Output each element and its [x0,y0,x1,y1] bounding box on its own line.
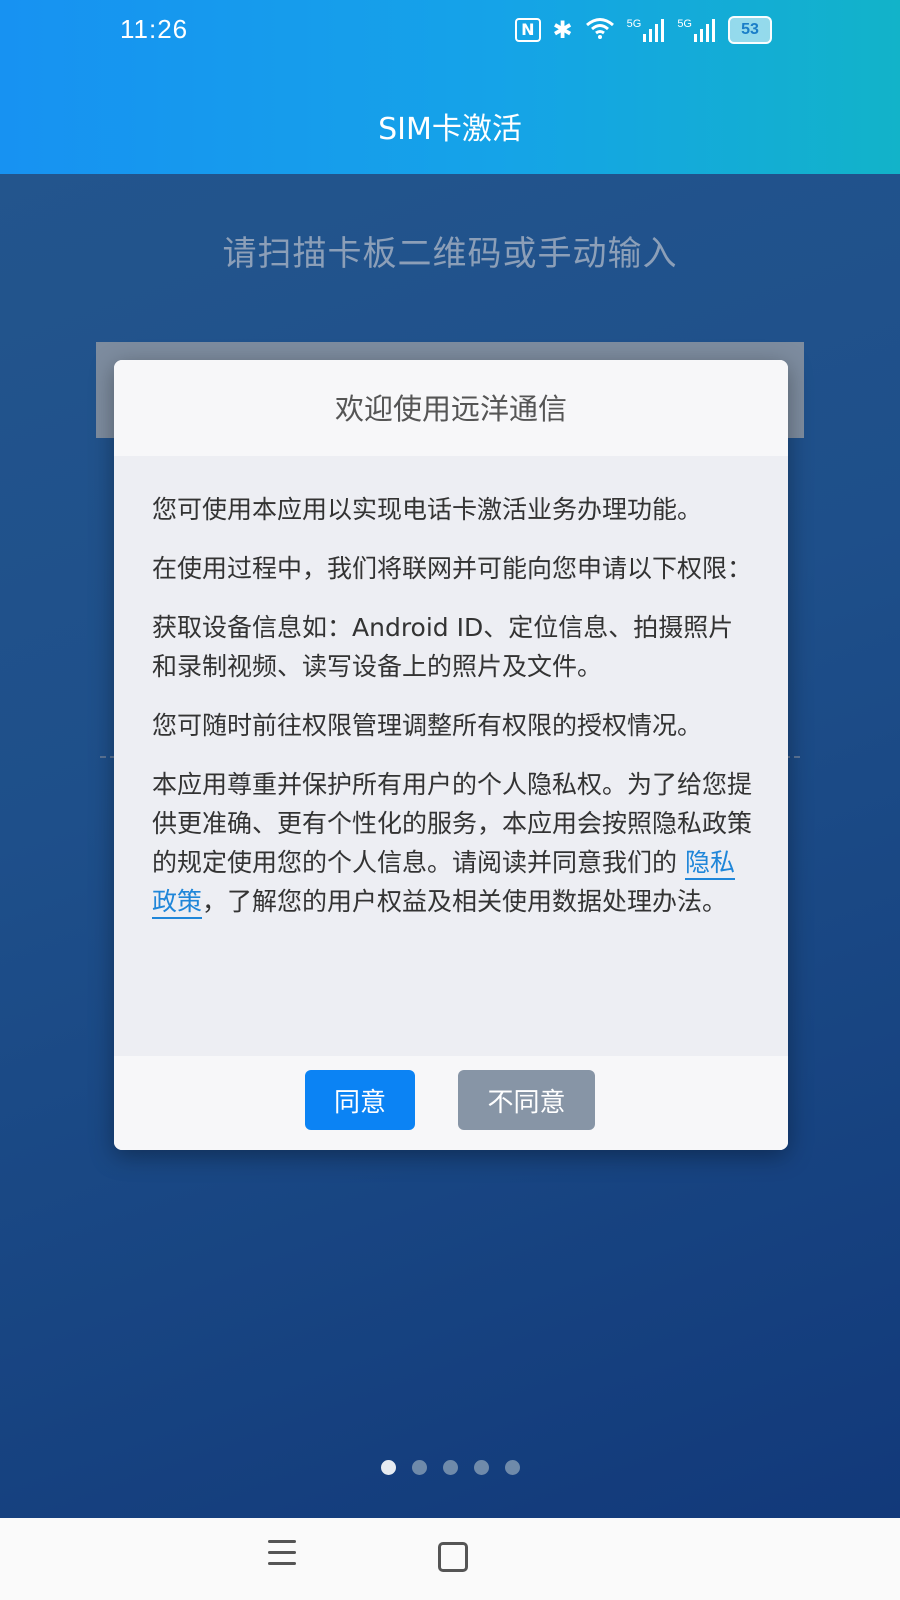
dialog-paragraph: 获取设备信息如：Android ID、定位信息、拍摄照片和录制视频、读写设备上的… [152,613,734,681]
dialog-paragraph: 您可随时前往权限管理调整所有权限的授权情况。 [152,711,703,740]
dialog-paragraph: 在使用过程中，我们将联网并可能向您申请以下权限： [152,554,753,583]
dialog-paragraph: 本应用尊重并保护所有用户的个人隐私权。为了给您提供更准确、更有个性化的服务，本应… [152,765,752,921]
dialog-title: 欢迎使用远洋通信 [334,392,567,426]
home-icon[interactable] [438,1542,468,1572]
nfc-icon: N [515,18,541,42]
system-nav-bar [0,1518,900,1600]
pager-dot[interactable] [442,1460,458,1475]
signal-icon: 5G [627,18,666,42]
bluetooth-icon: ✱ [552,16,573,44]
dialog-header: 欢迎使用远洋通信 [114,360,788,456]
disagree-button[interactable]: 不同意 [458,1070,595,1130]
wifi-icon [585,16,615,44]
page-title: SIM卡激活 [378,112,522,147]
app-header: 11:26 N ✱ 5G 5G 53 SIM卡激活 [0,0,900,174]
privacy-text: 本应用尊重并保护所有用户的个人隐私权。为了给您提供更准确、更有个性化的服务，本应… [152,770,753,877]
pager-dot[interactable] [380,1460,396,1475]
screen: 11:26 N ✱ 5G 5G 53 SIM卡激活 请扫描卡板二维码或手动输入 … [0,0,900,1600]
pager-dots [0,1460,900,1475]
pager-dot[interactable] [473,1460,489,1475]
recent-apps-icon[interactable] [268,1540,296,1565]
dialog-paragraph: 您可使用本应用以实现电话卡激活业务办理功能。 [152,495,703,524]
battery-icon: 53 [728,16,772,44]
signal-icon-2: 5G [677,18,716,42]
agree-button[interactable]: 同意 [305,1070,415,1130]
pager-dot[interactable] [411,1460,427,1475]
status-icons: N ✱ 5G 5G 53 [515,16,772,44]
pager-dot[interactable] [504,1460,520,1475]
dialog-footer: 同意 不同意 [114,1056,788,1150]
privacy-dialog: 欢迎使用远洋通信 您可使用本应用以实现电话卡激活业务办理功能。 在使用过程中，我… [114,360,788,1150]
scan-instruction: 请扫描卡板二维码或手动输入 [222,234,678,274]
status-time: 11:26 [120,14,189,44]
privacy-text: ，了解您的用户权益及相关使用数据处理办法。 [202,887,728,916]
dialog-body: 您可使用本应用以实现电话卡激活业务办理功能。 在使用过程中，我们将联网并可能向您… [152,490,752,941]
